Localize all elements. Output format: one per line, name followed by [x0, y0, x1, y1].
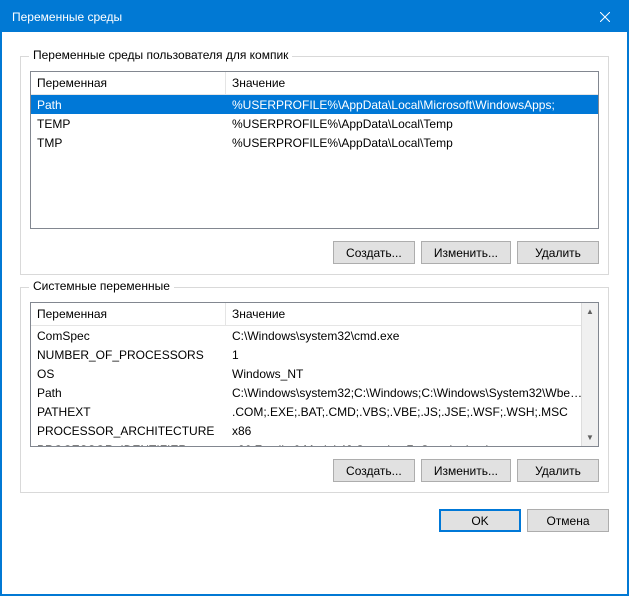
- table-row[interactable]: TMP %USERPROFILE%\AppData\Local\Temp: [31, 133, 598, 152]
- cell-value: x86: [226, 422, 598, 440]
- titlebar: Переменные среды: [2, 2, 627, 32]
- user-edit-button[interactable]: Изменить...: [421, 241, 511, 264]
- scroll-down-icon[interactable]: ▼: [582, 429, 598, 446]
- cell-variable: OS: [31, 365, 226, 383]
- column-header-value[interactable]: Значение: [226, 303, 598, 325]
- column-header-variable[interactable]: Переменная: [31, 72, 226, 94]
- cell-value: C:\Windows\system32;C:\Windows;C:\Window…: [226, 384, 598, 402]
- table-row[interactable]: Path %USERPROFILE%\AppData\Local\Microso…: [31, 95, 598, 114]
- cancel-button[interactable]: Отмена: [527, 509, 609, 532]
- table-row[interactable]: PROCESSOR_IDENTIFIER x86 Family 6 Model …: [31, 440, 598, 447]
- user-button-row: Создать... Изменить... Удалить: [30, 241, 599, 264]
- cell-variable: Path: [31, 96, 226, 114]
- table-row[interactable]: OS Windows_NT: [31, 364, 598, 383]
- system-table-header: Переменная Значение: [31, 303, 598, 326]
- cell-value: 1: [226, 346, 598, 364]
- table-row[interactable]: TEMP %USERPROFILE%\AppData\Local\Temp: [31, 114, 598, 133]
- user-table-body: Path %USERPROFILE%\AppData\Local\Microso…: [31, 95, 598, 152]
- table-row[interactable]: Path C:\Windows\system32;C:\Windows;C:\W…: [31, 383, 598, 402]
- cell-variable: PATHEXT: [31, 403, 226, 421]
- user-create-button[interactable]: Создать...: [333, 241, 415, 264]
- system-group-label: Системные переменные: [29, 279, 174, 293]
- cell-variable: TEMP: [31, 115, 226, 133]
- user-variables-table: Переменная Значение Path %USERPROFILE%\A…: [30, 71, 599, 229]
- system-create-button[interactable]: Создать...: [333, 459, 415, 482]
- table-row[interactable]: PROCESSOR_ARCHITECTURE x86: [31, 421, 598, 440]
- user-delete-button[interactable]: Удалить: [517, 241, 599, 264]
- system-button-row: Создать... Изменить... Удалить: [30, 459, 599, 482]
- cell-variable: PROCESSOR_ARCHITECTURE: [31, 422, 226, 440]
- close-button[interactable]: [582, 2, 627, 32]
- window-title: Переменные среды: [12, 10, 122, 24]
- system-delete-button[interactable]: Удалить: [517, 459, 599, 482]
- cell-value: x86 Family 6 Model 42 Stepping 7, Genuin…: [226, 441, 598, 448]
- ok-button[interactable]: OK: [439, 509, 521, 532]
- table-row[interactable]: NUMBER_OF_PROCESSORS 1: [31, 345, 598, 364]
- cell-value: %USERPROFILE%\AppData\Local\Temp: [226, 134, 598, 152]
- system-edit-button[interactable]: Изменить...: [421, 459, 511, 482]
- column-header-variable[interactable]: Переменная: [31, 303, 226, 325]
- user-variables-group: Переменные среды пользователя для компик…: [20, 56, 609, 275]
- system-scrollbar[interactable]: ▲ ▼: [581, 303, 598, 446]
- cell-variable: PROCESSOR_IDENTIFIER: [31, 441, 226, 448]
- system-table-body: ComSpec C:\Windows\system32\cmd.exe NUMB…: [31, 326, 598, 447]
- system-variables-table: Переменная Значение ComSpec C:\Windows\s…: [30, 302, 599, 447]
- scroll-track[interactable]: [582, 320, 598, 429]
- close-icon: [600, 12, 610, 22]
- cell-variable: TMP: [31, 134, 226, 152]
- scroll-up-icon[interactable]: ▲: [582, 303, 598, 320]
- cell-variable: ComSpec: [31, 327, 226, 345]
- dialog-content: Переменные среды пользователя для компик…: [2, 32, 627, 544]
- system-variables-group: Системные переменные Переменная Значение…: [20, 287, 609, 493]
- column-header-value[interactable]: Значение: [226, 72, 598, 94]
- dialog-button-row: OK Отмена: [20, 509, 609, 532]
- cell-value: %USERPROFILE%\AppData\Local\Microsoft\Wi…: [226, 96, 598, 114]
- cell-value: .COM;.EXE;.BAT;.CMD;.VBS;.VBE;.JS;.JSE;.…: [226, 403, 598, 421]
- cell-variable: NUMBER_OF_PROCESSORS: [31, 346, 226, 364]
- user-group-label: Переменные среды пользователя для компик: [29, 48, 292, 62]
- cell-value: C:\Windows\system32\cmd.exe: [226, 327, 598, 345]
- cell-variable: Path: [31, 384, 226, 402]
- cell-value: %USERPROFILE%\AppData\Local\Temp: [226, 115, 598, 133]
- cell-value: Windows_NT: [226, 365, 598, 383]
- user-table-header: Переменная Значение: [31, 72, 598, 95]
- table-row[interactable]: ComSpec C:\Windows\system32\cmd.exe: [31, 326, 598, 345]
- table-row[interactable]: PATHEXT .COM;.EXE;.BAT;.CMD;.VBS;.VBE;.J…: [31, 402, 598, 421]
